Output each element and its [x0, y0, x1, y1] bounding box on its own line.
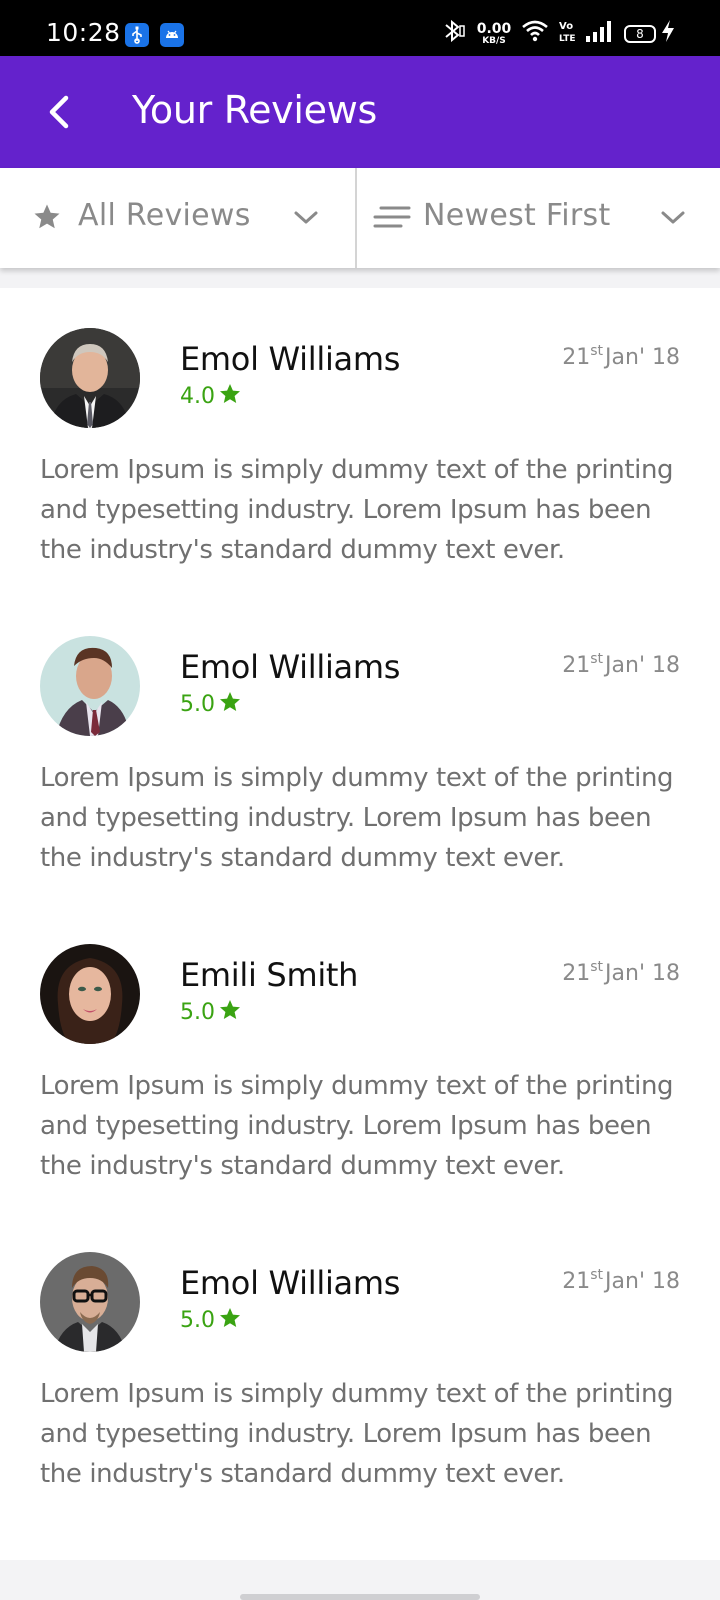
reviewer-name: Emol Williams — [180, 340, 401, 378]
network-speed: 0.00 KB/S — [476, 22, 512, 46]
chevron-left-icon — [49, 95, 69, 129]
reviewer-name: Emili Smith — [180, 956, 359, 994]
avatar — [40, 944, 140, 1044]
avatar — [40, 1252, 140, 1352]
date-day: 21 — [562, 345, 591, 370]
battery-icon: 8 — [624, 25, 656, 43]
net-speed-unit: KB/S — [482, 36, 506, 46]
date-suffix: st — [590, 343, 604, 359]
app-bar: Your Reviews — [0, 56, 720, 168]
date-suffix: st — [590, 1267, 604, 1283]
reviews-list: Emol Williams 4.0 21stJan' 18 Lorem Ipsu… — [0, 288, 720, 1560]
date-day: 21 — [562, 1269, 591, 1294]
sort-filter-label: Newest First — [423, 198, 611, 233]
rating-number: 5.0 — [180, 1000, 215, 1025]
rating-number: 5.0 — [180, 1308, 215, 1333]
chevron-down-icon — [294, 211, 318, 224]
avatar — [40, 636, 140, 736]
signal-icon — [586, 21, 611, 42]
reviewer-name: Emol Williams — [180, 648, 401, 686]
review-date: 21stJan' 18 — [562, 343, 680, 370]
status-bar: 10:28 0.00 KB/S Vo LTE 8 — [0, 0, 720, 56]
date-day: 21 — [562, 653, 591, 678]
date-rest: Jan' 18 — [605, 961, 680, 986]
date-rest: Jan' 18 — [605, 653, 680, 678]
wifi-icon — [522, 20, 548, 42]
volte-icon: Vo LTE — [559, 21, 576, 44]
star-icon — [34, 204, 60, 229]
review-card: Emol Williams 5.0 21stJan' 18 Lorem Ipsu… — [0, 1212, 720, 1520]
chevron-down-icon — [661, 211, 685, 224]
charging-icon — [662, 20, 674, 42]
android-icon — [160, 23, 184, 47]
bluetooth-icon — [445, 19, 465, 43]
date-suffix: st — [590, 651, 604, 667]
back-button[interactable] — [40, 86, 80, 138]
review-text: Lorem Ipsum is simply dummy text of the … — [40, 763, 674, 873]
date-day: 21 — [562, 961, 591, 986]
svg-text:Vo: Vo — [559, 21, 573, 32]
review-card: Emol Williams 5.0 21stJan' 18 Lorem Ipsu… — [0, 596, 720, 904]
star-icon — [220, 1308, 240, 1327]
star-icon — [220, 1000, 240, 1019]
review-date: 21stJan' 18 — [562, 1267, 680, 1294]
rating-value: 4.0 — [180, 384, 240, 409]
usb-icon — [125, 23, 149, 47]
star-icon — [220, 384, 240, 403]
date-suffix: st — [590, 959, 604, 975]
review-text: Lorem Ipsum is simply dummy text of the … — [40, 1071, 674, 1181]
review-date: 21stJan' 18 — [562, 651, 680, 678]
net-speed-value: 0.00 — [476, 21, 512, 37]
date-rest: Jan' 18 — [605, 345, 680, 370]
svg-text:LTE: LTE — [559, 34, 576, 44]
date-rest: Jan' 18 — [605, 1269, 680, 1294]
star-icon — [220, 692, 240, 711]
rating-value: 5.0 — [180, 1308, 240, 1333]
review-card: Emol Williams 4.0 21stJan' 18 Lorem Ipsu… — [0, 288, 720, 596]
status-time: 10:28 — [46, 18, 121, 47]
rating-number: 4.0 — [180, 384, 215, 409]
rating-value: 5.0 — [180, 1000, 240, 1025]
page-title: Your Reviews — [132, 88, 377, 132]
rating-filter-dropdown[interactable]: All Reviews — [0, 168, 357, 268]
review-text: Lorem Ipsum is simply dummy text of the … — [40, 455, 674, 565]
sort-lines-icon — [373, 206, 411, 228]
filter-bar: All Reviews Newest First — [0, 168, 720, 268]
rating-value: 5.0 — [180, 692, 240, 717]
reviewer-name: Emol Williams — [180, 1264, 401, 1302]
review-text: Lorem Ipsum is simply dummy text of the … — [40, 1379, 674, 1489]
review-date: 21stJan' 18 — [562, 959, 680, 986]
avatar — [40, 328, 140, 428]
rating-number: 5.0 — [180, 692, 215, 717]
rating-filter-label: All Reviews — [78, 198, 251, 233]
sort-filter-dropdown[interactable]: Newest First — [359, 168, 720, 268]
home-indicator[interactable] — [240, 1594, 480, 1600]
review-card: Emili Smith 5.0 21stJan' 18 Lorem Ipsum … — [0, 904, 720, 1212]
